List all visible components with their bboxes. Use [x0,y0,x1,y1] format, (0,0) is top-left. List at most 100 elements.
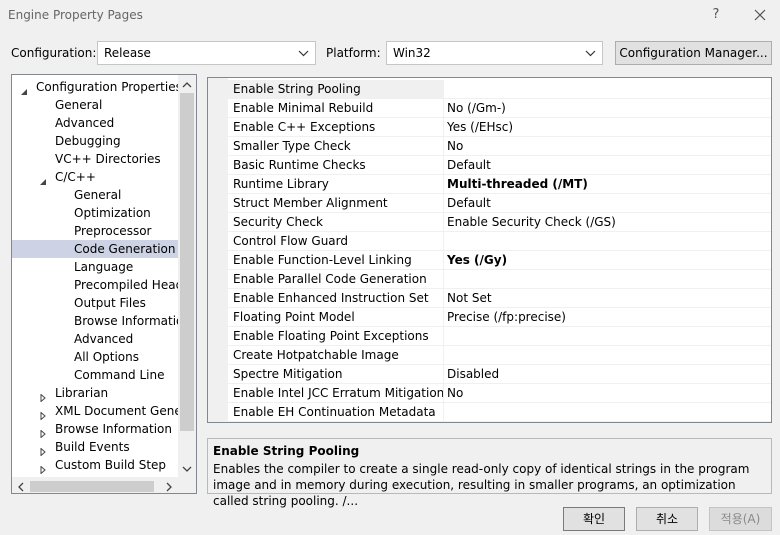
property-name: Security Check [228,213,444,232]
chevron-down-icon [585,48,596,59]
configuration-value: Release [104,46,151,60]
property-value[interactable]: Default [447,156,491,175]
property-name: Enable String Pooling [228,80,444,99]
tree-vertical-scroll-thumb[interactable] [180,93,194,431]
table-row[interactable]: Security Check Enable Security Check (/GS… [228,213,771,232]
tree-item-label: Debugging [55,134,121,148]
window-title: Engine Property Pages [8,8,143,22]
property-value[interactable]: Enable Security Check (/GS) [447,213,616,232]
tree-item-label: Command Line [74,368,165,382]
tree-item-label: Advanced [74,332,134,346]
help-icon[interactable]: ? [706,5,726,25]
description-panel: Enable String Pooling Enables the compil… [207,438,772,508]
tree-item-label: Precompiled Heade [74,278,191,292]
apply-button[interactable]: 적용(A) [709,507,772,531]
collapsed-arrow-icon[interactable] [39,425,47,439]
property-tree[interactable]: Configuration Properties General Advanced D… [11,74,197,494]
property-value[interactable]: Precise (/fp:precise) [447,308,566,327]
property-value[interactable]: No [447,384,463,403]
property-name: Enable Enhanced Instruction Set [228,289,444,308]
platform-label: Platform: [326,46,381,60]
scroll-down-icon[interactable] [182,463,192,473]
cancel-button[interactable]: 취소 [636,507,698,531]
table-row[interactable]: Control Flow Guard [228,232,771,251]
tree-item-label: Browse Information [55,422,172,436]
configuration-dropdown[interactable]: Release [97,41,316,65]
scroll-right-icon[interactable] [164,481,174,492]
property-name: Create Hotpatchable Image [228,346,444,365]
description-text: Enables the compiler to create a single … [213,462,750,508]
title-bar: Engine Property Pages ? [0,0,780,30]
tree-item-label: Code Generation [74,242,176,256]
table-row[interactable]: Spectre Mitigation Disabled [228,365,771,384]
table-row[interactable]: Enable C++ Exceptions Yes (/EHsc) [228,118,771,137]
configuration-manager-button[interactable]: Configuration Manager... [615,41,772,65]
table-row[interactable]: Enable Intel JCC Erratum Mitigation No [228,384,771,403]
property-name: Floating Point Model [228,308,444,327]
property-value[interactable]: Yes (/EHsc) [447,118,513,137]
tree-horizontal-scroll-thumb[interactable] [30,481,154,492]
property-grid[interactable]: Enable String Pooling Enable Minimal Rebu… [207,77,772,423]
table-row[interactable]: Enable Parallel Code Generation [228,270,771,289]
property-name: Enable EH Continuation Metadata [228,403,444,422]
tree-item-label: General [55,98,103,112]
scrollbar-corner [178,477,196,493]
platform-dropdown[interactable]: Win32 [386,41,603,65]
table-row[interactable]: Smaller Type Check No [228,137,771,156]
tree-item-label: Browse Information [74,314,191,328]
expanded-arrow-icon[interactable] [20,83,28,95]
tree-item-label: Custom Build Step [55,458,167,472]
property-name: Control Flow Guard [228,232,444,251]
expanded-arrow-icon[interactable] [39,173,47,185]
scroll-left-icon[interactable] [16,481,26,492]
close-icon[interactable] [749,5,771,25]
table-row[interactable]: Enable String Pooling [228,80,771,99]
platform-value: Win32 [393,46,431,60]
table-row[interactable]: Enable Minimal Rebuild No (/Gm-) [228,99,771,118]
property-value[interactable]: Disabled [447,365,499,384]
table-row[interactable]: Enable Enhanced Instruction Set Not Set [228,289,771,308]
property-value[interactable]: Multi-threaded (/MT) [447,175,588,194]
tree-item[interactable]: Code Generation [12,240,178,258]
tree-item-label: All Options [74,350,139,364]
table-row[interactable]: Create Hotpatchable Image [228,346,771,365]
tree-item-label: VC++ Directories [55,152,161,166]
property-name: Basic Runtime Checks [228,156,444,175]
property-value[interactable]: No [447,137,463,156]
configuration-label: Configuration: [11,46,97,60]
tree-item-label: Optimization [74,206,151,220]
table-row[interactable]: Enable EH Continuation Metadata [228,403,771,422]
collapsed-arrow-icon[interactable] [39,443,47,457]
tree-item-label: Librarian [55,386,109,400]
tree-item-label: C/C++ [55,170,96,184]
collapsed-arrow-icon[interactable] [39,389,47,403]
property-name: Enable Minimal Rebuild [228,99,444,118]
tree-item-label: Configuration Properties [36,80,182,94]
table-row[interactable]: Runtime Library Multi-threaded (/MT) [228,175,771,194]
property-name: Enable Floating Point Exceptions [228,327,444,346]
property-value[interactable]: Not Set [447,289,492,308]
tree-item-label: XML Document Genera [55,404,195,418]
table-row[interactable]: Basic Runtime Checks Default [228,156,771,175]
tree-item-label: Output Files [74,296,146,310]
property-name: Enable Intel JCC Erratum Mitigation [228,384,444,403]
tree-vertical-scrollbar[interactable] [178,75,196,477]
property-value[interactable]: Default [447,194,491,213]
tree-item-label: Language [74,260,134,274]
collapsed-arrow-icon[interactable] [39,407,47,421]
tree-item-label: Advanced [55,116,115,130]
property-value[interactable]: Yes (/Gy) [447,251,507,270]
property-name: Enable Parallel Code Generation [228,270,444,289]
table-row[interactable]: Enable Floating Point Exceptions [228,327,771,346]
table-row[interactable]: Struct Member Alignment Default [228,194,771,213]
tree-horizontal-scrollbar[interactable] [12,477,178,493]
property-value[interactable]: No (/Gm-) [447,99,506,118]
table-row[interactable]: Floating Point Model Precise (/fp:precise… [228,308,771,327]
scroll-up-icon[interactable] [182,79,192,89]
property-name: Enable C++ Exceptions [228,118,444,137]
chevron-down-icon [298,48,309,59]
collapsed-arrow-icon[interactable] [39,461,47,475]
ok-button[interactable]: 확인 [563,507,625,531]
table-row[interactable]: Enable Function-Level Linking Yes (/Gy) [228,251,771,270]
property-name: Struct Member Alignment [228,194,444,213]
